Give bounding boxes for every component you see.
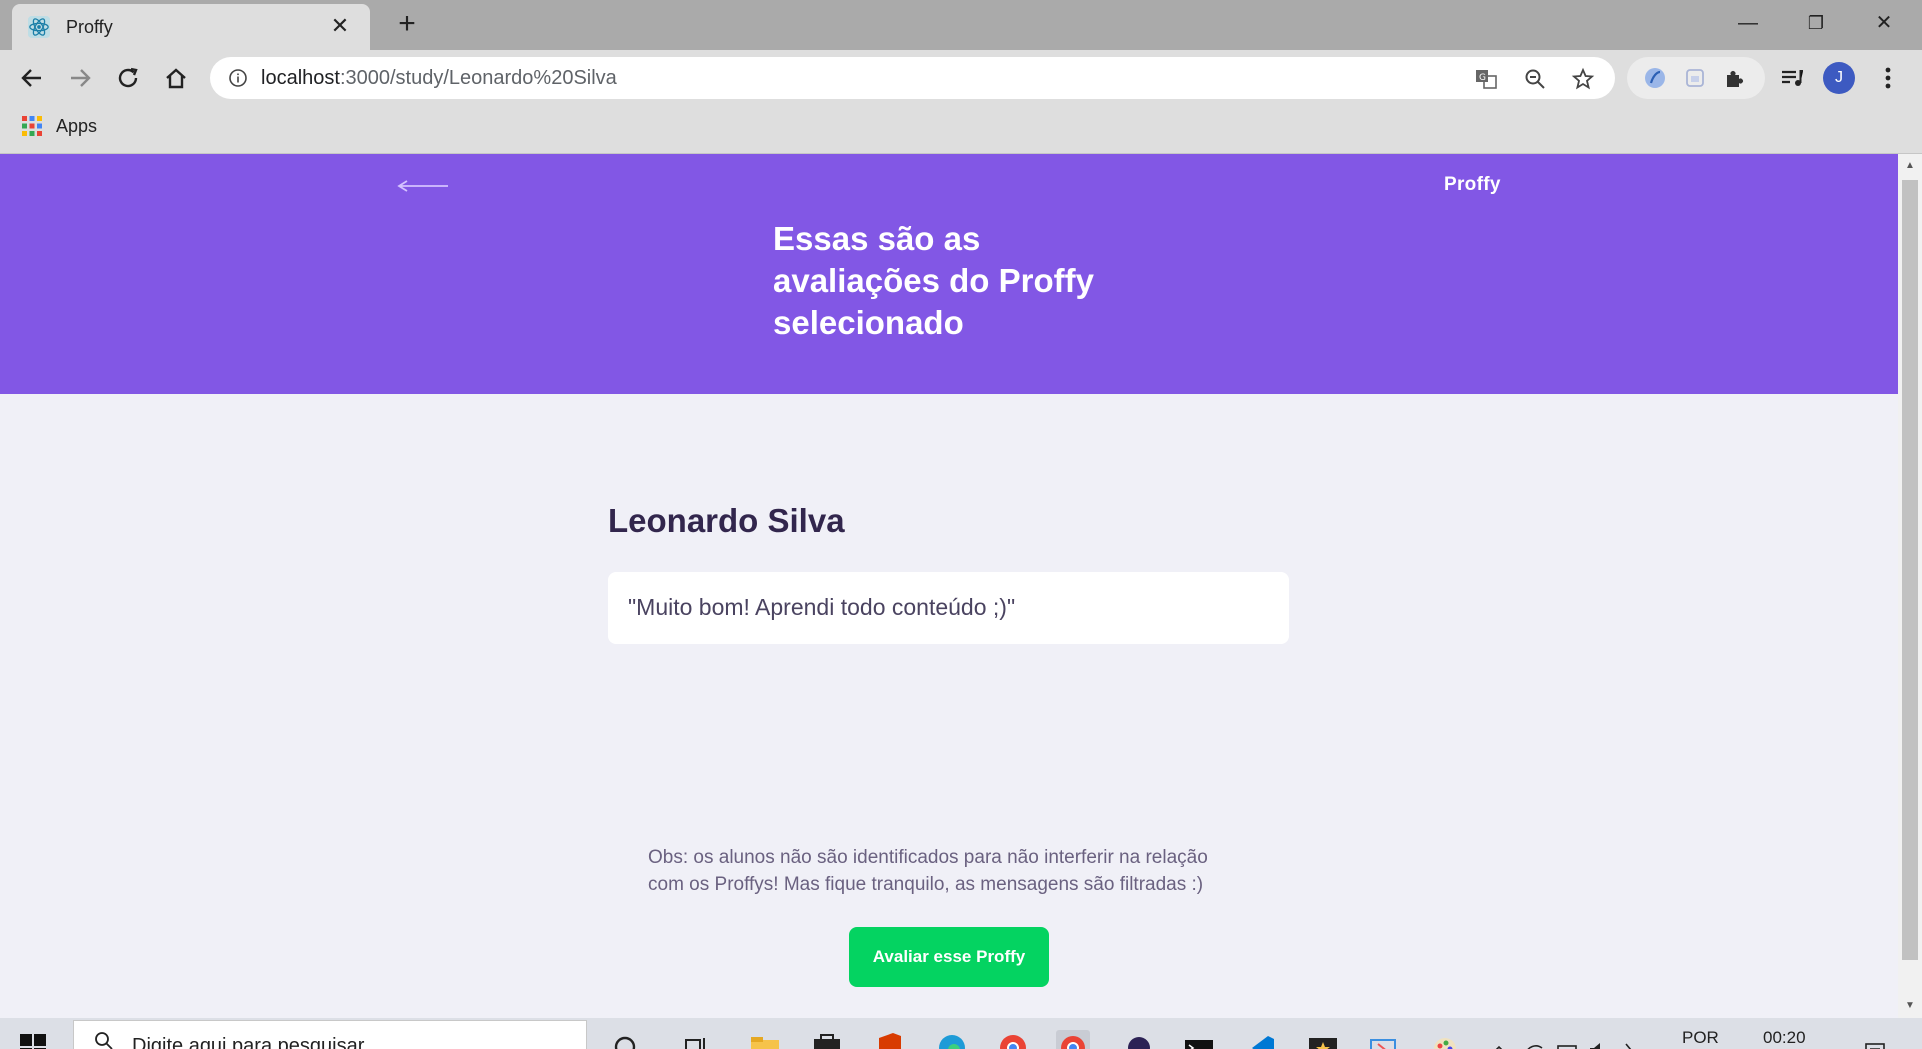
translate-icon[interactable]: G [1474,67,1498,91]
scroll-up-icon[interactable]: ▲ [1904,160,1916,172]
back-button[interactable] [16,62,48,94]
language-indicator[interactable]: POR [1682,1028,1719,1048]
page-header: Proffy Essas são as avaliações do Proffy… [0,154,1898,394]
page-content: Proffy Essas são as avaliações do Proffy… [0,154,1898,1018]
apps-label: Apps [56,116,98,136]
react-icon [28,16,50,38]
review-text: "Muito bom! Aprendi todo conteúdo ;)" [628,594,1016,620]
browser-tabstrip: Proffy ✕ + — ❐ ✕ [0,0,1922,50]
menu-dots-icon[interactable] [1874,64,1902,92]
rate-proffy-button[interactable]: Avaliar esse Proffy [849,927,1049,987]
puzzle-icon[interactable] [1723,66,1747,90]
restore-button[interactable]: ❐ [1796,8,1836,38]
minimize-button[interactable]: — [1728,8,1768,38]
scroll-down-icon[interactable]: ▼ [1904,1000,1916,1012]
tab-close-icon[interactable]: ✕ [328,14,352,38]
media-player-icon[interactable] [1306,1030,1340,1049]
terminal-icon[interactable] [1182,1030,1216,1049]
system-tray-icons[interactable] [1486,1030,1646,1049]
clock-time[interactable]: 00:20 [1763,1028,1806,1048]
vscode-icon[interactable] [1244,1030,1278,1049]
review-card: "Muito bom! Aprendi todo conteúdo ;)" [608,572,1289,644]
scroll-thumb[interactable] [1902,180,1918,960]
edge-icon[interactable] [935,1030,969,1049]
chrome-icon[interactable] [996,1030,1030,1049]
zoom-icon[interactable] [1523,67,1547,91]
search-placeholder: Digite aqui para pesquisar [132,1035,365,1049]
tab-title: Proffy [66,17,113,37]
notifications-icon[interactable] [1858,1030,1892,1049]
cortana-icon[interactable] [608,1030,642,1049]
media-queue-icon[interactable] [1778,64,1806,92]
apps-grid-icon [22,116,42,136]
page-scrollbar[interactable]: ▲ ▼ [1898,154,1922,1018]
new-tab-button[interactable]: + [392,9,422,40]
url-text: localhost:3000/study/Leonardo%20Silva [261,67,617,89]
task-view-icon[interactable] [680,1030,714,1049]
extension-blue-icon[interactable] [1643,66,1667,90]
reload-button[interactable] [112,62,144,94]
svg-text:G: G [1479,73,1486,83]
eclipse-icon[interactable] [1122,1030,1156,1049]
search-icon [95,1032,113,1049]
brand-logo: Proffy [1444,174,1501,195]
star-icon[interactable] [1571,67,1595,91]
profile-avatar[interactable]: J [1823,62,1855,94]
back-arrow-icon[interactable] [396,174,450,198]
info-icon[interactable] [228,68,248,88]
extension-box-icon[interactable] [1683,66,1707,90]
browser-tab[interactable]: Proffy ✕ [12,4,370,50]
page-title: Essas são as avaliações do Proffy seleci… [773,220,1094,341]
file-explorer-icon[interactable] [748,1030,782,1049]
windows-start-icon[interactable] [20,1034,48,1049]
windows-taskbar: Digite aqui para pesquisar POR 00:20 [0,1018,1922,1049]
office-icon[interactable] [873,1030,907,1049]
close-window-button[interactable]: ✕ [1864,8,1904,38]
anonymity-note: Obs: os alunos não são identificados par… [648,847,1208,895]
forward-button[interactable] [64,62,96,94]
chrome-active-icon[interactable] [1056,1030,1090,1049]
paint-icon[interactable] [1428,1030,1462,1049]
taskbar-search-input[interactable]: Digite aqui para pesquisar [73,1020,587,1049]
snipping-icon[interactable] [1366,1030,1400,1049]
address-bar[interactable]: localhost:3000/study/Leonardo%20Silva G [210,57,1615,99]
home-button[interactable] [160,62,192,94]
store-icon[interactable] [810,1030,844,1049]
extensions-pill [1627,57,1765,99]
teacher-name: Leonardo Silva [608,502,845,539]
